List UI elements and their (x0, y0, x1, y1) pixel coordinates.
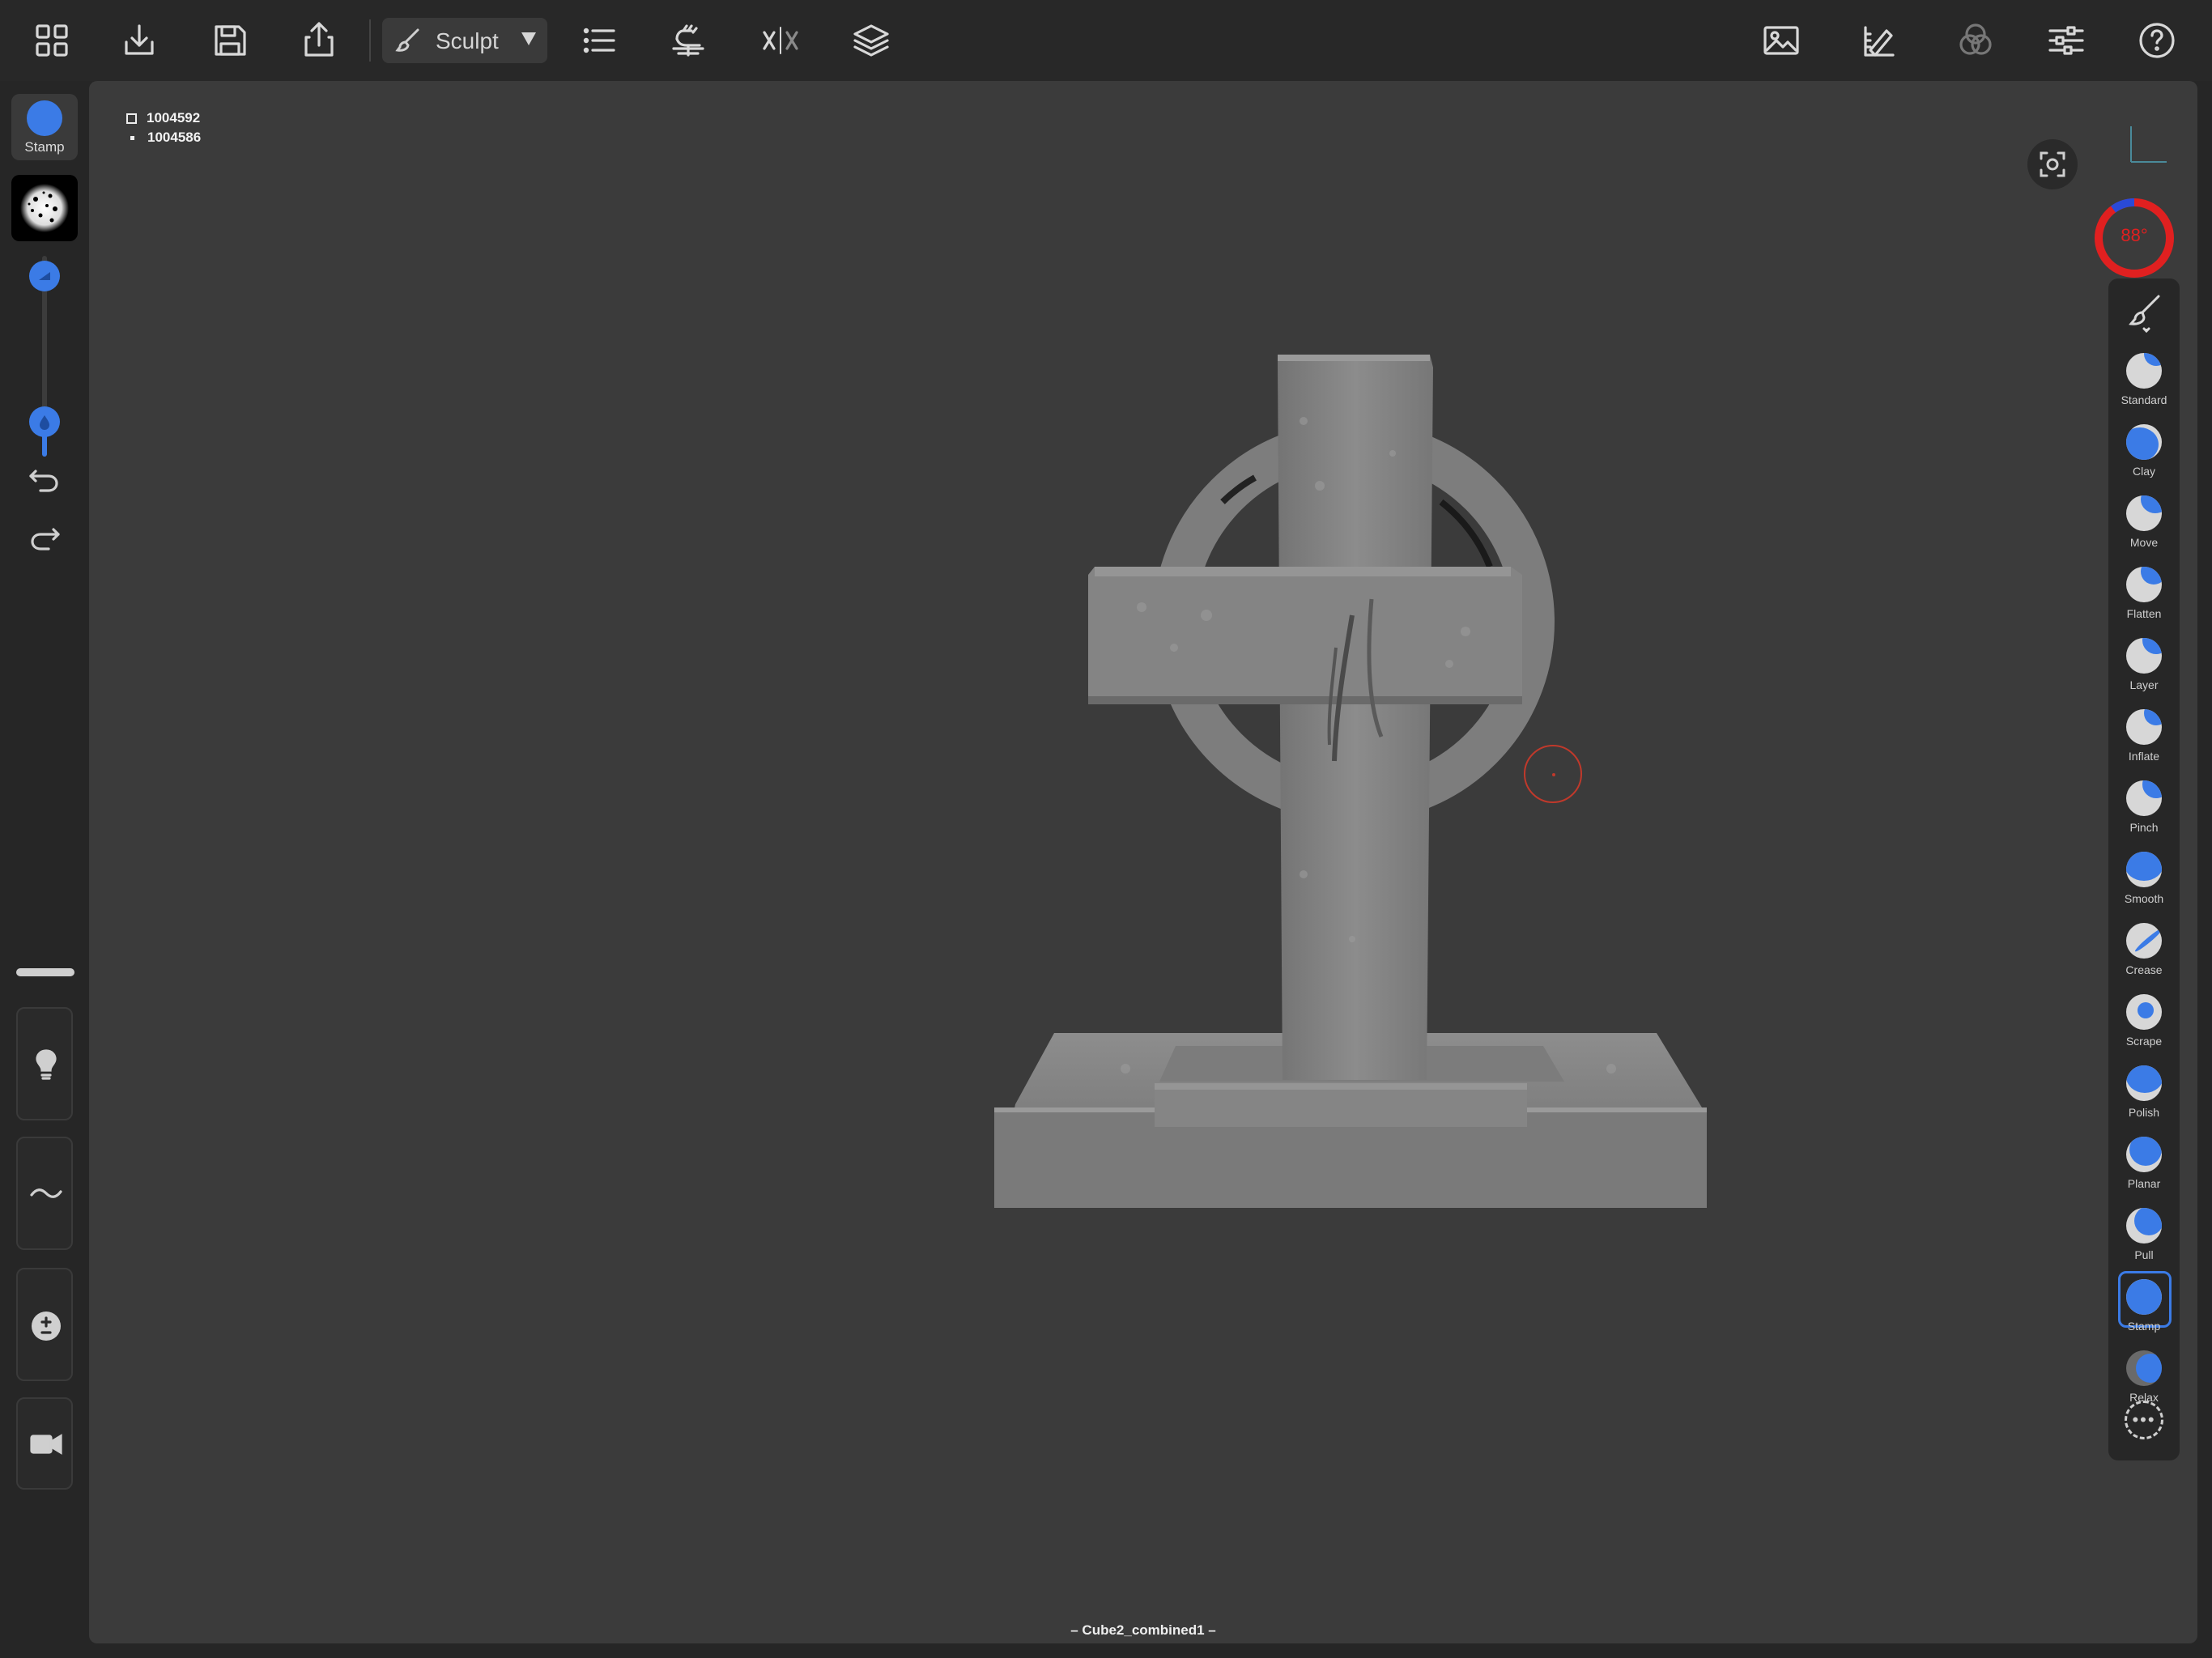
dial-value: 88° (2121, 225, 2148, 245)
brush-label: Pull (2134, 1248, 2154, 1261)
brush-smooth[interactable]: Smooth (2112, 848, 2176, 916)
download-icon[interactable] (115, 16, 164, 65)
brush-planar[interactable]: Planar (2112, 1133, 2176, 1201)
stamp-icon (27, 100, 62, 136)
brush-label: Inflate (2128, 750, 2160, 763)
hand-tool-icon[interactable] (664, 16, 713, 65)
mode-dropdown[interactable]: Sculpt (382, 18, 547, 63)
brush-scrape[interactable]: Scrape (2112, 991, 2176, 1059)
app-root: Sculpt Stamp 1004592 1004586 88° – Cube2… (0, 0, 2212, 1658)
intensity-icon (40, 415, 49, 430)
materials-icon[interactable] (1951, 16, 2000, 65)
brush-label: Standard (2121, 393, 2167, 406)
brush-label: Polish (2128, 1106, 2160, 1119)
brush-icon (393, 26, 423, 55)
more-brushes-icon[interactable]: ••• (2125, 1401, 2163, 1439)
layers-icon[interactable] (847, 16, 895, 65)
help-icon[interactable] (2133, 16, 2181, 65)
left-sidebar: Stamp (0, 81, 89, 1658)
brush-flatten[interactable]: Flatten (2112, 563, 2176, 631)
top-toolbar: Sculpt (0, 0, 2212, 81)
video-camera-icon (30, 1434, 62, 1455)
save-icon[interactable] (206, 16, 254, 65)
toolbar-divider (369, 19, 371, 62)
brush-label: Smooth (2124, 892, 2164, 905)
3d-viewport[interactable]: 1004592 1004586 88° – Cube2_combined1 – (89, 81, 2197, 1643)
brush-crease[interactable]: Crease (2112, 920, 2176, 988)
plus-minus-icon (32, 1312, 61, 1341)
undo-icon[interactable] (24, 458, 65, 499)
brush-stamp[interactable]: Stamp (2112, 1271, 2176, 1344)
radius-slider-handle[interactable] (29, 261, 60, 291)
brush-label: Stamp (2127, 1320, 2161, 1333)
brush-label: Crease (2125, 963, 2163, 976)
brush-selector-icon[interactable] (2123, 291, 2165, 334)
lightbulb-icon (36, 1049, 57, 1080)
brush-clay[interactable]: Clay (2112, 421, 2176, 489)
share-icon[interactable] (295, 16, 343, 65)
brush-label: Move (2129, 536, 2159, 549)
brush-label: Clay (2132, 465, 2155, 478)
curve-icon (30, 1188, 62, 1198)
brush-move[interactable]: Move (2112, 492, 2176, 560)
alpha-texture-preview (20, 184, 69, 232)
mesh-name-label: – Cube2_combined1 – (1070, 1622, 1216, 1638)
grid-icon[interactable] (28, 16, 76, 65)
brush-label: Flatten (2126, 607, 2162, 620)
add-subtract-button[interactable] (16, 1268, 73, 1381)
brush-polish[interactable]: Polish (2112, 1062, 2176, 1130)
brush-pinch[interactable]: Pinch (2112, 777, 2176, 845)
brush-inflate[interactable]: Inflate (2112, 706, 2176, 774)
lighting-button[interactable] (16, 1007, 73, 1120)
brush-label: Planar (2127, 1177, 2161, 1190)
current-tool-button[interactable]: Stamp (11, 94, 78, 160)
redo-icon[interactable] (24, 517, 65, 557)
current-tool-label: Stamp (24, 139, 65, 155)
camera-button[interactable] (16, 1397, 73, 1490)
brush-label: Layer (2129, 678, 2159, 691)
brush-layer[interactable]: Layer (2112, 635, 2176, 703)
brush-label: Scrape (2125, 1035, 2163, 1048)
brush-label: Pinch (2129, 821, 2159, 834)
brush-pull[interactable]: Pull (2112, 1205, 2176, 1273)
brush-standard[interactable]: Standard (2112, 350, 2176, 418)
camera-reset-button[interactable] (2027, 139, 2078, 189)
panel-drag-handle[interactable] (16, 968, 74, 976)
mode-label: Sculpt (436, 28, 499, 53)
image-icon[interactable] (1757, 16, 1806, 65)
axis-gizmo[interactable] (2128, 123, 2168, 165)
list-icon[interactable] (575, 16, 623, 65)
intensity-slider-handle[interactable] (29, 406, 60, 437)
brush-panel: Standard Clay Move Flatten Layer Inflate… (2108, 278, 2180, 1460)
focus-camera-icon (2040, 151, 2065, 177)
stroke-curve-button[interactable] (16, 1137, 73, 1250)
brush-cursor (1524, 745, 1582, 803)
chevron-down-icon (521, 32, 536, 45)
alpha-texture-button[interactable] (11, 175, 78, 241)
ruler-icon[interactable] (1854, 16, 1903, 65)
symmetry-icon[interactable] (756, 16, 805, 65)
cross-model[interactable] (89, 81, 2197, 1643)
radius-icon (39, 272, 50, 280)
sliders-icon[interactable] (2042, 16, 2091, 65)
